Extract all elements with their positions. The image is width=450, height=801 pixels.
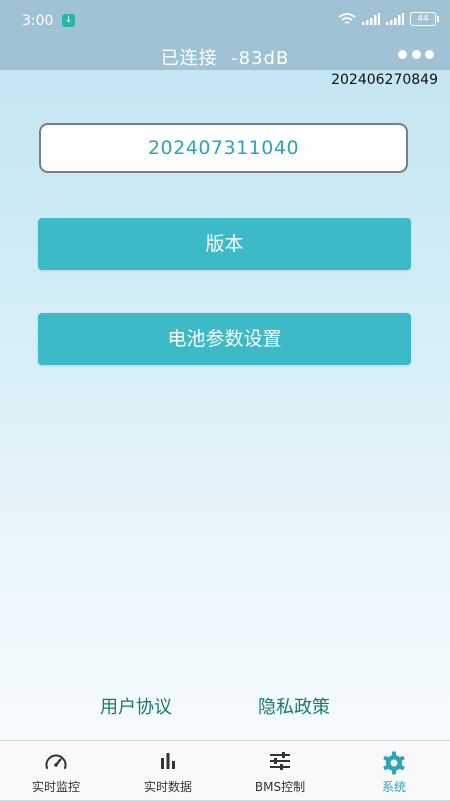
status-time: 3:00: [22, 13, 54, 29]
device-id: 202406270849: [331, 72, 438, 88]
tab-label: 实时监控: [31, 780, 80, 794]
gear-icon: [383, 751, 405, 775]
tab-label: 实时数据: [143, 780, 192, 794]
version-button[interactable]: 版本: [38, 218, 411, 270]
wifi-icon: [338, 12, 356, 24]
status-icons: 44: [338, 12, 439, 26]
tab-realtime-data[interactable]: 实时数据: [112, 741, 224, 801]
more-dots-icon[interactable]: [398, 44, 434, 64]
battery-level: 44: [417, 14, 429, 24]
bar-chart-icon: [161, 753, 175, 769]
sliders-icon: [270, 752, 290, 770]
signal-icon: [386, 13, 404, 25]
gauge-icon: [45, 754, 67, 769]
download-notification-icon: ↓: [62, 14, 75, 27]
signal-icon: [362, 13, 380, 25]
tab-label: 系统: [381, 780, 406, 794]
tab-label: BMS控制: [254, 780, 306, 794]
user-agreement-link[interactable]: 用户协议: [100, 693, 172, 719]
connection-status-title: 已连接 -83dB: [160, 48, 290, 69]
serial-number-field[interactable]: 202407311040: [39, 123, 408, 173]
tab-system[interactable]: 系统: [338, 741, 450, 801]
tab-realtime-monitor[interactable]: 实时监控: [0, 741, 112, 801]
battery-settings-button[interactable]: 电池参数设置: [38, 313, 411, 365]
battery-icon: 44: [410, 12, 439, 26]
tab-bms-control[interactable]: BMS控制: [224, 741, 336, 801]
bottom-tab-bar: 实时监控 实时数据 BMS控制 系统: [0, 740, 450, 800]
privacy-policy-link[interactable]: 隐私政策: [258, 693, 330, 719]
top-bar: 3:00 ↓ 44 已连接 -83dB: [0, 0, 450, 70]
